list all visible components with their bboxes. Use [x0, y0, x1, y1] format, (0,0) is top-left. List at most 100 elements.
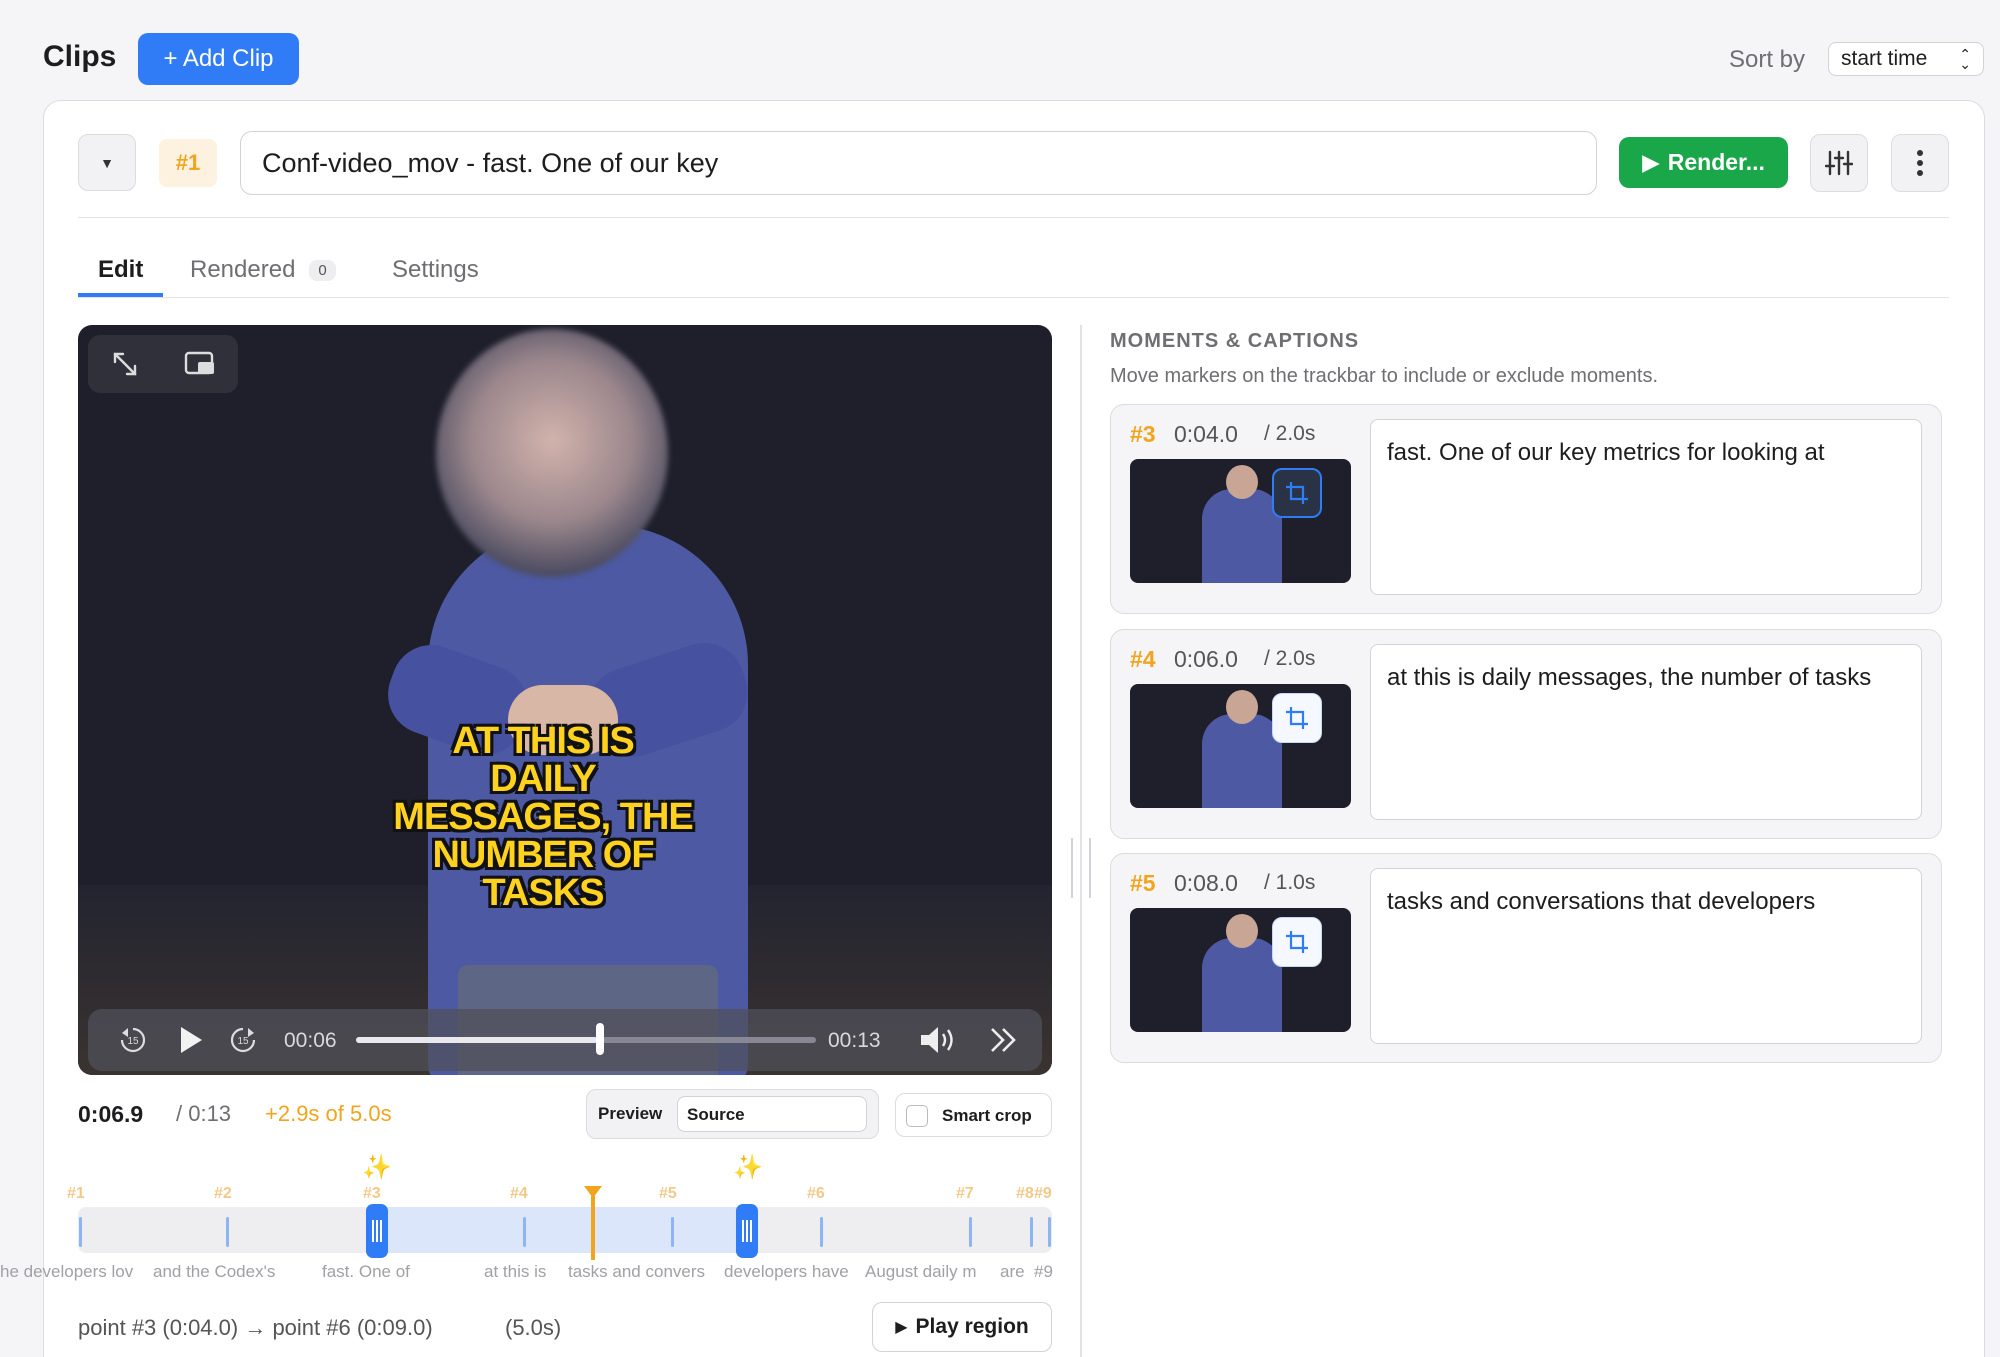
- marker-label: #7: [956, 1185, 974, 1202]
- marker-label: #8: [1016, 1185, 1034, 1202]
- caption-textarea[interactable]: fast. One of our key metrics for looking…: [1370, 419, 1922, 595]
- render-button[interactable]: ▶ Render...: [1619, 137, 1788, 188]
- play-region-label: Play region: [915, 1315, 1029, 1338]
- progress-fill: [356, 1037, 600, 1043]
- sparkle-icon: ✨: [733, 1154, 763, 1181]
- divider: [78, 217, 1949, 218]
- marker-label: #5: [659, 1185, 677, 1202]
- tab-edit[interactable]: Edit: [98, 256, 143, 284]
- marker-tick[interactable]: [523, 1217, 526, 1247]
- more-options-button[interactable]: [1891, 134, 1949, 192]
- play-icon[interactable]: [178, 1025, 204, 1055]
- marker-word: he developers lov: [0, 1262, 134, 1281]
- region-progress: +2.9s of 5.0s: [265, 1101, 392, 1126]
- play-region-button[interactable]: ▶ Play region: [872, 1302, 1052, 1352]
- clip-number-badge: #1: [159, 139, 217, 187]
- crop-icon: [1286, 707, 1308, 729]
- progress-thumb[interactable]: [595, 1023, 604, 1055]
- region-start-handle[interactable]: [366, 1204, 388, 1258]
- divider: [78, 297, 1949, 298]
- sliders-icon: [1825, 150, 1853, 176]
- rewind-15-icon[interactable]: 15: [118, 1025, 148, 1055]
- play-icon: ▶: [1642, 149, 1660, 175]
- splitter-grip[interactable]: [1071, 838, 1091, 898]
- collapse-button[interactable]: ▼: [78, 134, 136, 191]
- add-clip-button[interactable]: + Add Clip: [138, 33, 299, 85]
- caption-line: AT THIS IS: [452, 720, 634, 762]
- caption-line: NUMBER OF: [432, 834, 654, 876]
- moment-card: #5 0:08.0 / 1.0s tasks and conversations…: [1110, 853, 1942, 1063]
- video-controls: 15 15 00:06 00:13: [88, 1009, 1042, 1071]
- marker-label: #9: [1034, 1185, 1052, 1202]
- moments-subtitle: Move markers on the trackbar to include …: [1110, 365, 1659, 387]
- sort-value: start time: [1841, 47, 1928, 70]
- selected-region: [376, 1207, 748, 1253]
- smart-crop-toggle[interactable]: Smart crop: [895, 1093, 1052, 1137]
- svg-text:15: 15: [127, 1036, 139, 1047]
- marker-word: #9: [1034, 1262, 1053, 1281]
- marker-tick[interactable]: [226, 1217, 229, 1247]
- moment-duration: / 2.0s: [1264, 422, 1316, 445]
- marker-word: fast. One of: [322, 1262, 410, 1281]
- video-player[interactable]: AT THIS IS DAILY MESSAGES, THE NUMBER OF…: [78, 325, 1052, 1075]
- crop-button[interactable]: [1272, 917, 1322, 967]
- region-end-handle[interactable]: [736, 1204, 758, 1258]
- marker-word: developers have: [724, 1262, 849, 1281]
- preview-label: Preview: [598, 1104, 663, 1123]
- volume-icon[interactable]: [918, 1023, 962, 1057]
- page-title: Clips: [43, 40, 117, 73]
- updown-chevron-icon: ⌃ ⌄: [1959, 46, 1971, 72]
- playhead-time: 0:06.9: [78, 1101, 144, 1127]
- playhead[interactable]: [591, 1196, 595, 1260]
- blurred-face: [436, 329, 668, 577]
- crop-icon: [1286, 482, 1308, 504]
- caret-down-icon: ▼: [100, 154, 114, 171]
- adjustments-button[interactable]: [1810, 134, 1868, 192]
- marker-tick[interactable]: [969, 1217, 972, 1247]
- marker-label: #3: [363, 1185, 381, 1202]
- video-tools: [88, 335, 238, 393]
- preview-select[interactable]: Source: [677, 1096, 867, 1132]
- expand-icon[interactable]: [110, 349, 140, 379]
- svg-text:15: 15: [237, 1036, 249, 1047]
- moment-card: #4 0:06.0 / 2.0s at this is daily messag…: [1110, 629, 1942, 839]
- duration: 00:13: [828, 1029, 881, 1052]
- sort-select[interactable]: start time ⌃ ⌄: [1828, 42, 1984, 76]
- caption-line: DAILY: [490, 758, 597, 800]
- moments-title: MOMENTS & CAPTIONS: [1110, 330, 1360, 352]
- marker-label: #4: [510, 1185, 528, 1202]
- marker-tick[interactable]: [820, 1217, 823, 1247]
- caption-line: MESSAGES, THE: [393, 796, 694, 838]
- marker-label: #1: [67, 1185, 85, 1202]
- tab-rendered[interactable]: Rendered 0: [190, 256, 336, 284]
- moment-number: #4: [1130, 646, 1156, 672]
- more-vertical-icon: [1917, 150, 1923, 176]
- moment-duration: / 1.0s: [1264, 871, 1316, 894]
- tab-settings[interactable]: Settings: [392, 256, 479, 284]
- marker-tick[interactable]: [1030, 1217, 1033, 1247]
- current-time: 00:06: [284, 1029, 337, 1052]
- crop-button[interactable]: [1272, 693, 1322, 743]
- clip-name-input[interactable]: [240, 131, 1597, 195]
- picture-in-picture-icon[interactable]: [184, 350, 216, 378]
- smart-crop-checkbox[interactable]: [906, 1105, 928, 1127]
- render-label: Render...: [1667, 149, 1765, 175]
- marker-word: are: [1000, 1262, 1025, 1281]
- marker-tick[interactable]: [1048, 1217, 1051, 1247]
- caption-line: TASKS: [482, 872, 605, 914]
- fast-forward-icon[interactable]: [988, 1025, 1020, 1055]
- crop-button[interactable]: [1272, 468, 1322, 518]
- marker-tick[interactable]: [79, 1217, 82, 1247]
- play-icon: ▶: [895, 1319, 908, 1336]
- moment-time: 0:06.0: [1174, 646, 1238, 672]
- sort-label: Sort by: [1729, 46, 1806, 73]
- caption-textarea[interactable]: tasks and conversations that developers: [1370, 868, 1922, 1044]
- moment-card: #3 0:04.0 / 2.0s fast. One of our key me…: [1110, 404, 1942, 614]
- forward-15-icon[interactable]: 15: [228, 1025, 258, 1055]
- marker-tick[interactable]: [671, 1217, 674, 1247]
- marker-word: tasks and convers: [568, 1262, 706, 1281]
- caption-textarea[interactable]: at this is daily messages, the number of…: [1370, 644, 1922, 820]
- marker-word: at this is: [484, 1262, 547, 1281]
- marker-word: August daily m: [865, 1262, 977, 1281]
- region-summary: point #3 (0:04.0) → point #6 (0:09.0): [78, 1315, 433, 1340]
